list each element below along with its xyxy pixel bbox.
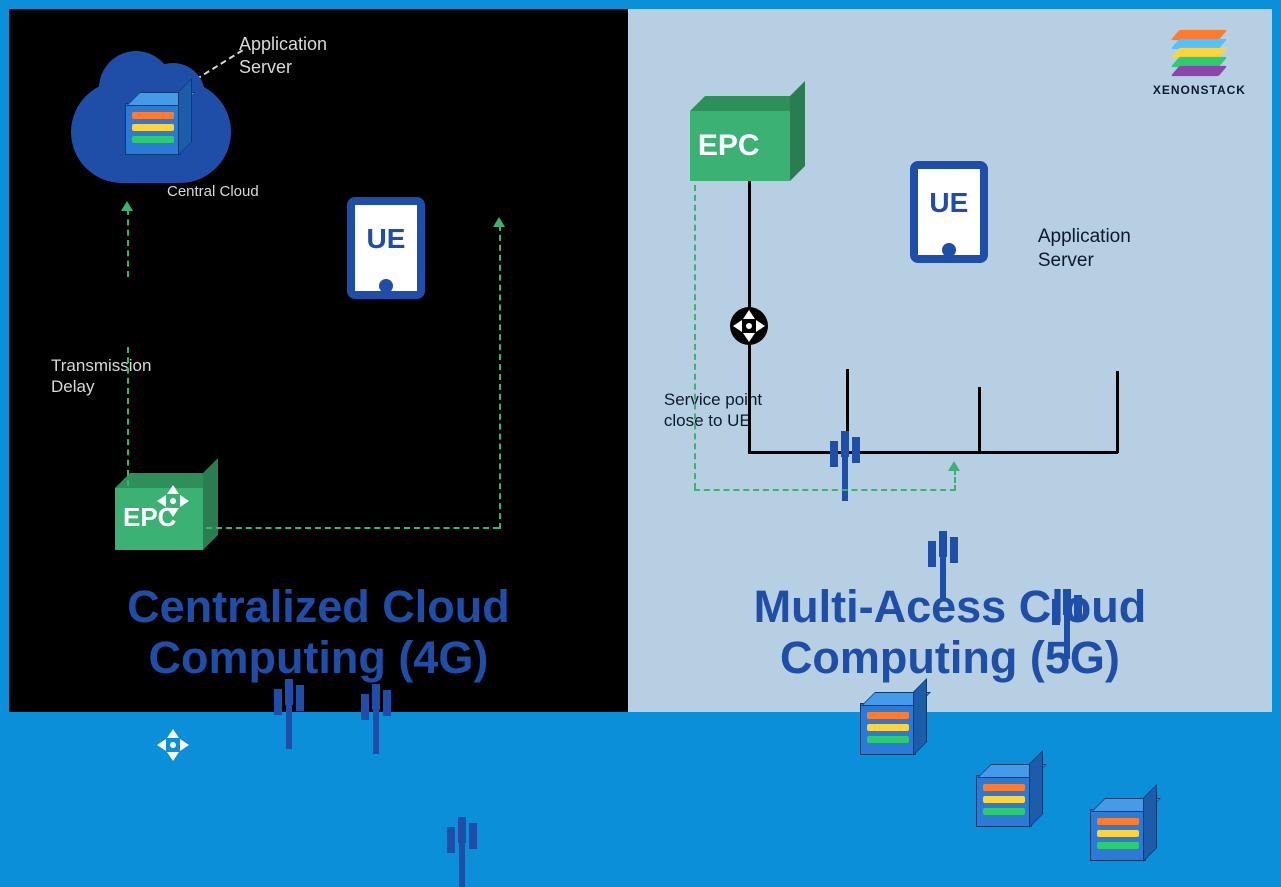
label-app-server: Application Server — [239, 33, 327, 78]
label-transmission-delay: Transmission Delay — [51, 355, 151, 398]
title-5g: Multi-Acess Cloud Computing (5G) — [628, 581, 1272, 685]
antenna-icon — [274, 679, 304, 749]
label-app-server: Application Server — [1038, 225, 1131, 273]
ue-device-icon: UE — [910, 161, 988, 263]
label-epc: EPC — [698, 129, 760, 163]
antenna-icon — [447, 817, 477, 887]
label-central-cloud: Central Cloud — [167, 183, 259, 202]
label-ue: UE — [918, 187, 980, 219]
move-icon — [730, 307, 768, 345]
brand-logo: XENONSTACK — [1153, 29, 1246, 97]
panel-5g: XENONSTACK EPC UE Application Server Ser… — [628, 9, 1272, 712]
server-icon — [860, 703, 916, 755]
antenna-icon — [361, 684, 391, 754]
cloud-icon — [71, 81, 231, 183]
title-4g: Centralized Cloud Computing (4G) — [9, 581, 628, 685]
move-icon — [157, 729, 189, 761]
panel-4g: Application Server Central Cloud UE EPC … — [9, 9, 628, 712]
epc-icon: EPC — [690, 111, 790, 181]
server-icon — [976, 775, 1032, 827]
server-icon — [125, 103, 181, 155]
brand-name: XENONSTACK — [1153, 83, 1246, 97]
ue-device-icon: UE — [347, 197, 425, 299]
server-icon — [1090, 809, 1146, 861]
label-epc: EPC — [123, 502, 176, 533]
label-ue: UE — [355, 223, 417, 255]
